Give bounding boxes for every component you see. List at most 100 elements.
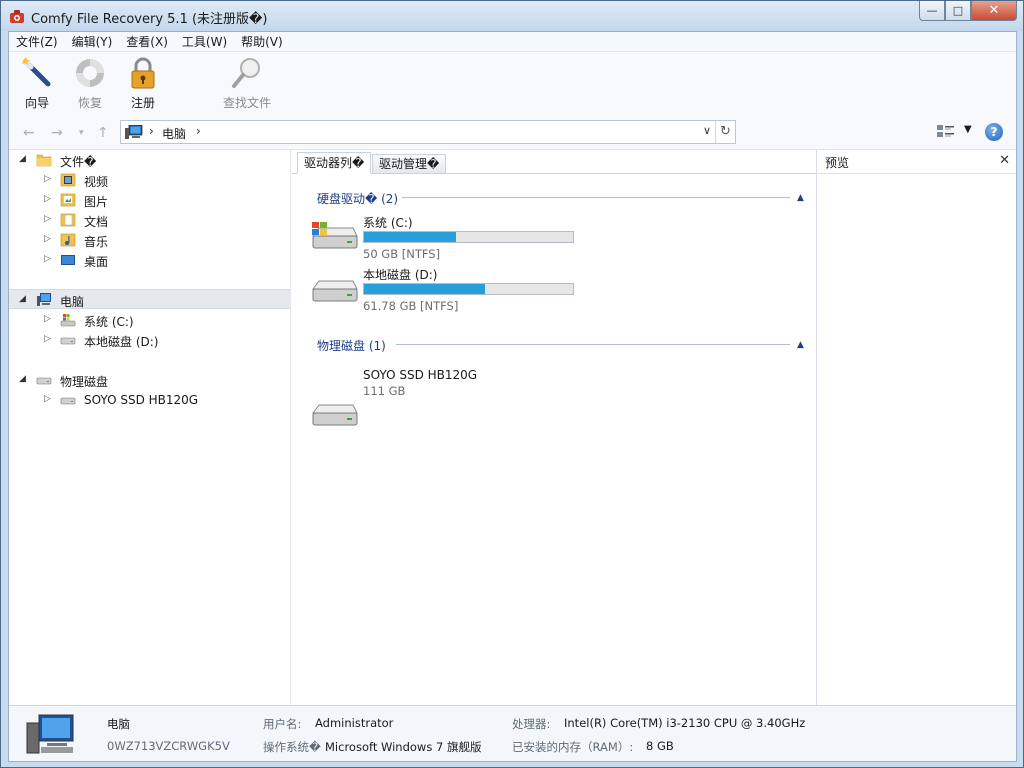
breadcrumb-computer[interactable]: 电脑 — [162, 125, 186, 142]
window-title: Comfy File Recovery 5.1 (未注册版�) — [31, 12, 268, 27]
breadcrumb-separator: › — [149, 124, 154, 138]
expand-triangle-icon[interactable]: ▷ — [44, 254, 51, 264]
address-dropdown-icon[interactable]: ∨ — [703, 124, 711, 137]
tree-item-ssd[interactable]: ▷ SOYO SSD HB120G — [9, 390, 290, 410]
client-area: 文件(Z) 编辑(Y) 查看(X) 工具(W) 帮助(V) 向导 恢复 注册 查… — [8, 31, 1017, 762]
physical-disks-icon — [36, 377, 52, 385]
find-files-label: 查找文件 — [222, 96, 271, 110]
collapse-caret-icon[interactable]: ▲ — [797, 193, 804, 203]
drive-name-d: 本地磁盘 (D:) — [363, 268, 438, 282]
tree-node-computer[interactable]: ◢ 电脑 — [9, 289, 290, 309]
expand-triangle-icon[interactable]: ▷ — [44, 174, 51, 184]
ssd-drive-icon — [312, 404, 358, 426]
close-button[interactable]: ✕ — [971, 1, 1017, 21]
title-bar[interactable]: Comfy File Recovery 5.1 (未注册版�) — □ ✕ — [1, 1, 1023, 31]
window-controls: — □ ✕ — [919, 1, 1017, 21]
usage-bar-fill-c — [364, 232, 456, 242]
collapse-triangle-icon[interactable]: ◢ — [19, 294, 26, 304]
menu-file[interactable]: 文件(Z) — [9, 32, 65, 52]
expand-triangle-icon[interactable]: ▷ — [44, 194, 51, 204]
tree-node-physical-disks[interactable]: ◢ 物理磁盘 — [9, 370, 290, 390]
refresh-icon[interactable]: ↻ — [715, 121, 735, 143]
tree-item-videos[interactable]: ▷ 视频 — [9, 170, 290, 190]
menu-view[interactable]: 查看(X) — [119, 32, 175, 52]
menu-help[interactable]: 帮助(V) — [234, 32, 290, 52]
expand-triangle-icon[interactable]: ▷ — [44, 334, 51, 344]
status-user-label: 用户名: — [263, 717, 302, 731]
tree-node-libraries[interactable]: ◢ 文件� — [9, 150, 290, 170]
menu-bar: 文件(Z) 编辑(Y) 查看(X) 工具(W) 帮助(V) — [9, 32, 1016, 52]
tree-label-drive-d: 本地磁盘 (D:) — [84, 335, 159, 349]
expand-triangle-icon[interactable]: ▷ — [44, 234, 51, 244]
tree-item-drive-d[interactable]: ▷ 本地磁盘 (D:) — [9, 330, 290, 350]
find-files-button[interactable]: 查找文件 — [217, 56, 277, 111]
tree-item-music[interactable]: ▷ 音乐 — [9, 230, 290, 250]
tab-drive-list[interactable]: 驱动器列� — [297, 152, 372, 174]
breadcrumb-chevron[interactable]: › — [196, 124, 201, 138]
pictures-folder-icon — [60, 193, 76, 207]
up-arrow-icon[interactable]: ↑ — [97, 125, 109, 141]
tree-item-pictures[interactable]: ▷ 图片 — [9, 190, 290, 210]
collapse-triangle-icon[interactable]: ◢ — [19, 154, 26, 164]
tree-label-physical-disks: 物理磁盘 — [60, 375, 109, 389]
app-icon — [10, 10, 24, 23]
preview-pane: 预览 ✕ — [816, 150, 1016, 705]
drive-list-pane: 驱动器列� 驱动管理� 硬盘驱动� (2) ▲ 系统 (C:) 50 GB [N… — [292, 150, 816, 705]
expand-triangle-icon[interactable]: ▷ — [44, 314, 51, 324]
help-icon[interactable]: ? — [985, 123, 1003, 141]
view-dropdown-icon[interactable]: ▼ — [964, 124, 972, 135]
system-drive-icon — [60, 314, 76, 327]
system-drive-icon — [312, 222, 358, 249]
group-divider — [402, 197, 790, 198]
usage-bar-fill-d — [364, 284, 486, 294]
tree-item-documents[interactable]: ▷ 文档 — [9, 210, 290, 230]
desktop-icon — [61, 255, 75, 265]
expand-triangle-icon[interactable]: ▷ — [44, 214, 51, 224]
minimize-button[interactable]: — — [919, 1, 945, 21]
music-folder-icon — [60, 233, 76, 247]
tree-item-drive-c[interactable]: ▷ 系统 (C:) — [9, 310, 290, 330]
restore-label: 恢复 — [77, 96, 102, 110]
register-label: 注册 — [130, 96, 155, 110]
status-os-label: 操作系统� — [263, 740, 321, 754]
ssd-drive-icon — [60, 397, 76, 405]
tab-drive-management[interactable]: 驱动管理� — [372, 154, 447, 174]
collapse-caret-icon[interactable]: ▲ — [797, 340, 804, 350]
back-arrow-icon[interactable]: ← — [23, 125, 35, 141]
preview-title: 预览 — [825, 156, 850, 170]
wizard-label: 向导 — [24, 96, 49, 110]
drive-info-c: 50 GB [NTFS] — [363, 247, 441, 261]
group-header-physical-disks: 物理磁盘 (1) — [317, 339, 386, 353]
group-header-hard-drives: 硬盘驱动� (2) — [317, 192, 399, 206]
drive-name-c: 系统 (C:) — [363, 216, 413, 230]
collapse-triangle-icon[interactable]: ◢ — [19, 374, 26, 384]
view-options-icon[interactable] — [937, 125, 955, 141]
status-ram-value: 8 GB — [646, 739, 674, 753]
tree-label-ssd: SOYO SSD HB120G — [84, 393, 199, 407]
expand-triangle-icon[interactable]: ▷ — [44, 394, 51, 404]
register-button[interactable]: 注册 — [118, 56, 168, 111]
tree-item-desktop[interactable]: ▷ 桌面 — [9, 250, 290, 270]
menu-edit[interactable]: 编辑(Y) — [65, 32, 120, 52]
forward-arrow-icon[interactable]: → — [51, 125, 63, 141]
menu-tools[interactable]: 工具(W) — [175, 32, 234, 52]
wizard-button[interactable]: 向导 — [12, 56, 62, 111]
address-bar[interactable]: › 电脑 › ∨ ↻ — [120, 120, 736, 144]
restore-button[interactable]: 恢复 — [65, 56, 115, 111]
history-dropdown-icon[interactable]: ▾ — [79, 128, 84, 138]
preview-close-icon[interactable]: ✕ — [999, 153, 1010, 168]
disk-name-ssd: SOYO SSD HB120G — [363, 368, 478, 382]
preview-header: 预览 ✕ — [817, 150, 1016, 174]
status-computer-name: 电脑 — [107, 717, 130, 731]
padlock-icon — [131, 57, 155, 89]
status-cpu-value: Intel(R) Core(TM) i3-2130 CPU @ 3.40GHz — [564, 716, 806, 730]
maximize-button[interactable]: □ — [945, 1, 971, 21]
libraries-folder-icon — [36, 154, 52, 167]
videos-folder-icon — [60, 173, 76, 187]
status-ram-label: 已安装的内存（RAM）: — [512, 740, 634, 754]
tree-label-music: 音乐 — [84, 235, 109, 249]
tree-label-desktop: 桌面 — [84, 255, 109, 269]
computer-icon — [37, 293, 51, 306]
status-bar: 电脑 0WZ713VZCRWGK5V 用户名: Administrator 操作… — [9, 705, 1016, 761]
tree-label-documents: 文档 — [84, 215, 109, 229]
